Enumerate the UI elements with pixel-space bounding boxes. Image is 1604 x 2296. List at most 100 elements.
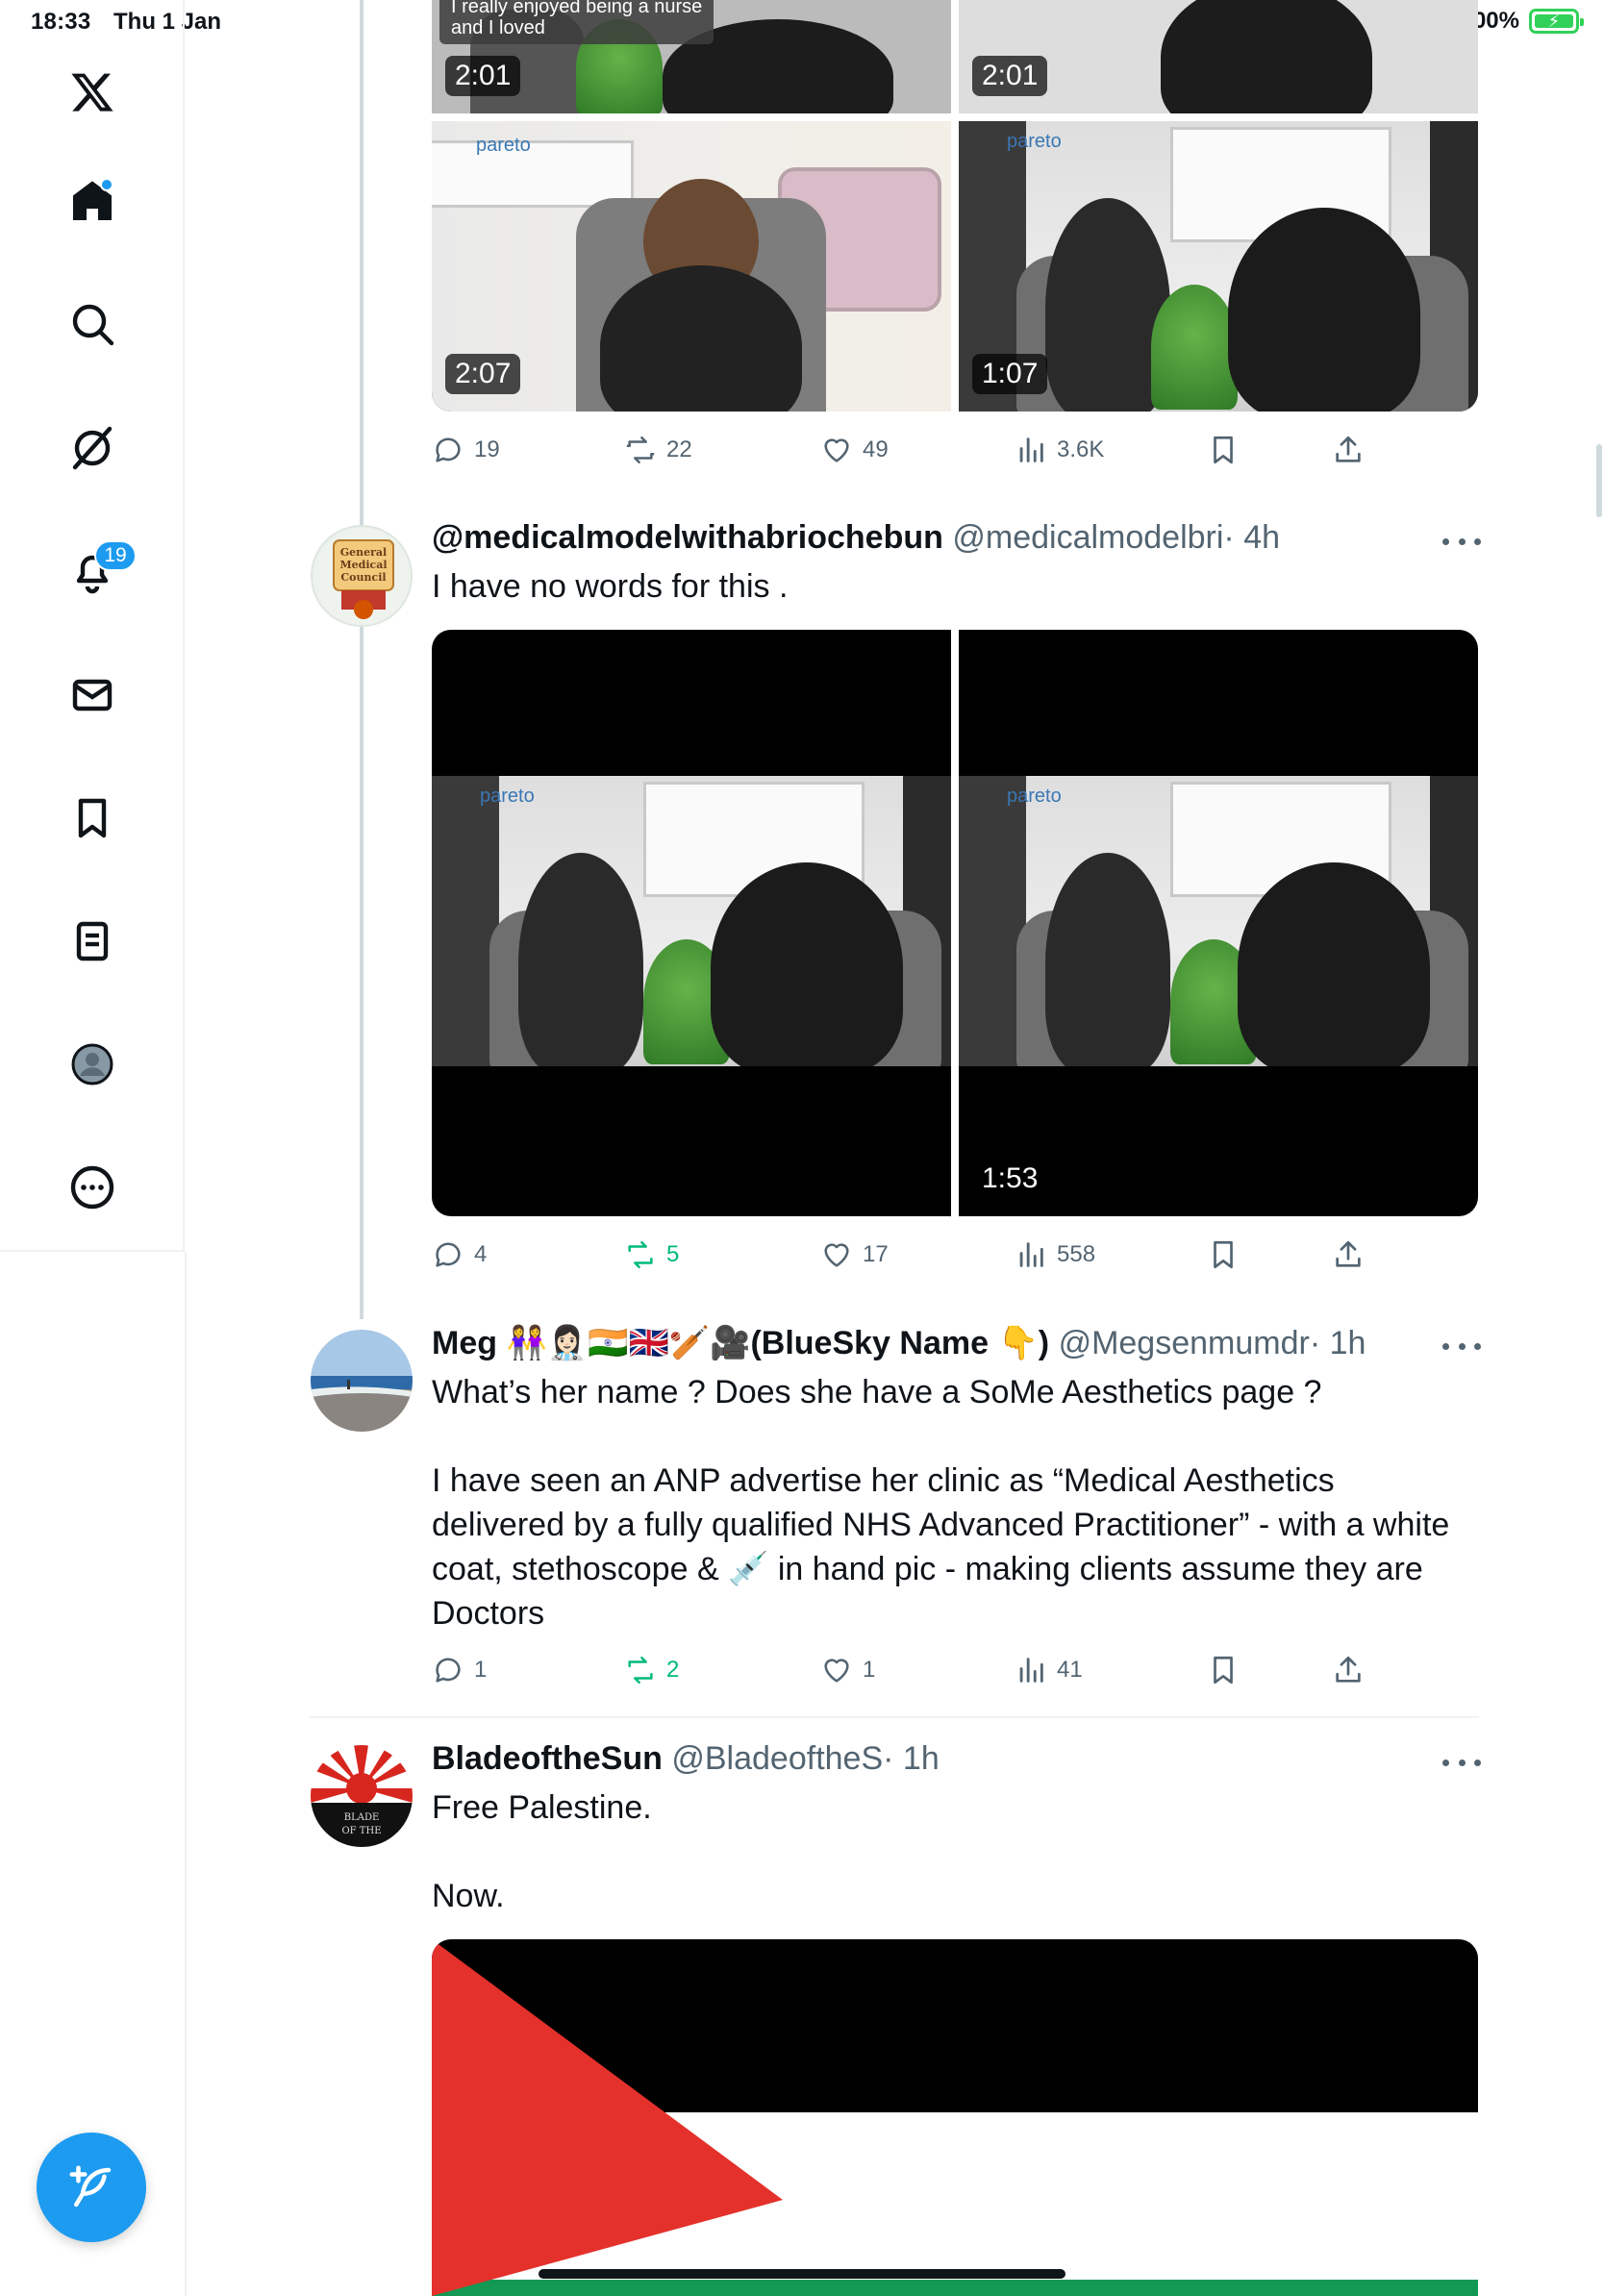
tweet-divider — [310, 1716, 1479, 1718]
reply-button[interactable]: 19 — [432, 428, 500, 472]
like-count: 49 — [863, 437, 889, 462]
views-icon — [1019, 437, 1043, 462]
reply-icon — [436, 1658, 461, 1683]
tweet-text: I have no words for this . — [432, 568, 789, 605]
reply-button[interactable]: 4 — [432, 1233, 487, 1277]
tweet-header: Meg 👭👩🏻‍⚕️🇮🇳🇬🇧🏏🎥(BlueSky Name 👇) @Megsen… — [432, 1324, 1366, 1362]
repost-count: 2 — [666, 1657, 680, 1683]
like-button[interactable]: 1 — [820, 1648, 875, 1692]
tweet-more-button[interactable] — [1442, 532, 1481, 551]
media-video-4[interactable]: pareto 1:07 — [959, 121, 1478, 412]
repost-icon — [626, 436, 655, 464]
media-video-3[interactable]: pareto 2:07 — [432, 121, 951, 412]
tweet-text: Free Palestine. Now. — [432, 1789, 652, 1914]
repost-button[interactable]: 22 — [624, 428, 692, 472]
nav-lists[interactable] — [48, 897, 137, 986]
pareto-logo: pareto — [480, 786, 535, 807]
views-button[interactable]: 558 — [1015, 1233, 1095, 1277]
nav-grok[interactable] — [48, 404, 137, 492]
views-button[interactable]: 3.6K — [1015, 428, 1104, 472]
tweet-text: What’s her name ? Does she have a SoMe A… — [432, 1374, 1450, 1632]
like-button[interactable]: 17 — [820, 1233, 889, 1277]
sidebar: 19 — [0, 0, 185, 1252]
nav-profile[interactable] — [48, 1020, 137, 1109]
reply-button[interactable]: 1 — [432, 1648, 487, 1692]
handle[interactable]: @BladeoftheS — [671, 1740, 883, 1777]
tweet-more-button[interactable] — [1442, 1336, 1481, 1356]
share-button[interactable] — [1332, 1648, 1365, 1692]
heart-icon — [824, 1659, 849, 1683]
repost-button[interactable]: 5 — [624, 1233, 679, 1277]
tweet-actions: 4 5 17 558 — [432, 1233, 1470, 1277]
avatar[interactable]: General Medical Council — [311, 525, 413, 627]
display-name[interactable]: BladeoftheSun — [432, 1740, 663, 1777]
nav-bookmarks[interactable] — [48, 774, 137, 862]
top-post-actions: 19 22 49 3.6K — [432, 428, 1470, 472]
timestamp[interactable]: · 4h — [1223, 519, 1280, 556]
media-video-1[interactable]: I really enjoyed being a nurse and I lov… — [432, 0, 951, 113]
reply-count: 1 — [474, 1657, 488, 1683]
video-duration: 2:07 — [445, 354, 521, 394]
avatar-gmc-image: General Medical Council — [313, 528, 411, 625]
compose-button[interactable] — [37, 2133, 146, 2242]
handle[interactable]: @Megsenmumdr — [1059, 1325, 1310, 1361]
more-circle-icon — [70, 1165, 114, 1210]
bookmark-button[interactable] — [1207, 1648, 1240, 1692]
bookmark-button[interactable] — [1207, 428, 1240, 472]
avatar[interactable] — [311, 1330, 413, 1432]
timestamp[interactable]: · 1h — [1310, 1325, 1366, 1361]
messages-icon — [72, 679, 113, 711]
tweet-header: BladeoftheSun @BladeoftheS· 1h — [432, 1740, 940, 1778]
views-icon — [1019, 1658, 1043, 1683]
views-count: 41 — [1057, 1657, 1083, 1683]
avatar-text: General — [340, 546, 388, 559]
tweet-actions: 1 2 1 41 — [432, 1648, 1470, 1692]
lists-icon — [76, 921, 109, 961]
display-name[interactable]: @medicalmodelwithabriochebun — [432, 519, 943, 556]
like-button[interactable]: 49 — [820, 428, 889, 472]
repost-count: 22 — [666, 437, 692, 462]
share-icon — [1336, 1240, 1361, 1267]
like-count: 1 — [863, 1657, 876, 1683]
nav-home[interactable] — [48, 157, 137, 245]
video-duration: 1:07 — [972, 354, 1048, 394]
notifications-badge: 19 — [94, 540, 137, 571]
views-icon — [1019, 1242, 1043, 1267]
video-duration: 2:01 — [972, 56, 1048, 96]
media-image-palestine-flag[interactable] — [432, 1939, 1478, 2296]
reply-count: 19 — [474, 437, 500, 462]
video-duration: 2:01 — [445, 56, 521, 96]
caption-line-2: and I loved — [451, 17, 545, 38]
sidebar-border — [185, 1252, 187, 2296]
timestamp[interactable]: · 1h — [883, 1740, 940, 1777]
svg-text:OF THE: OF THE — [341, 1826, 381, 1836]
home-indicator — [539, 2269, 1065, 2279]
avatar[interactable]: BLADE OF THE — [311, 1745, 413, 1847]
nav-notifications[interactable]: 19 — [48, 527, 137, 615]
bookmark-button[interactable] — [1207, 1233, 1240, 1277]
repost-button[interactable]: 2 — [624, 1648, 679, 1692]
video-caption: I really enjoyed being a nurse and I lov… — [439, 0, 714, 44]
reply-count: 4 — [474, 1241, 488, 1267]
bookmark-icon — [1214, 1240, 1233, 1269]
views-button[interactable]: 41 — [1015, 1648, 1083, 1692]
share-button[interactable] — [1332, 428, 1365, 472]
views-count: 558 — [1057, 1241, 1096, 1267]
display-name[interactable]: Meg 👭👩🏻‍⚕️🇮🇳🇬🇧🏏🎥(BlueSky Name 👇) — [432, 1325, 1049, 1361]
pareto-logo: pareto — [476, 135, 531, 156]
media-video[interactable]: pareto — [432, 630, 951, 1216]
nav-more[interactable] — [48, 1143, 137, 1232]
nav-messages[interactable] — [48, 651, 137, 739]
grok-icon — [72, 426, 113, 470]
tweet-header: @medicalmodelwithabriochebun @medicalmod… — [432, 519, 1280, 557]
nav-search[interactable] — [48, 280, 137, 368]
video-duration: 1:53 — [982, 1162, 1039, 1194]
tweet-more-button[interactable] — [1442, 1753, 1481, 1772]
media-video[interactable]: pareto 1:53 — [959, 630, 1478, 1216]
media-video-2[interactable]: 2:01 — [959, 0, 1478, 113]
thread-line — [360, 0, 363, 1319]
handle[interactable]: @medicalmodelbri — [952, 519, 1223, 556]
x-logo[interactable] — [48, 48, 137, 137]
share-icon — [1336, 1656, 1361, 1683]
share-button[interactable] — [1332, 1233, 1365, 1277]
